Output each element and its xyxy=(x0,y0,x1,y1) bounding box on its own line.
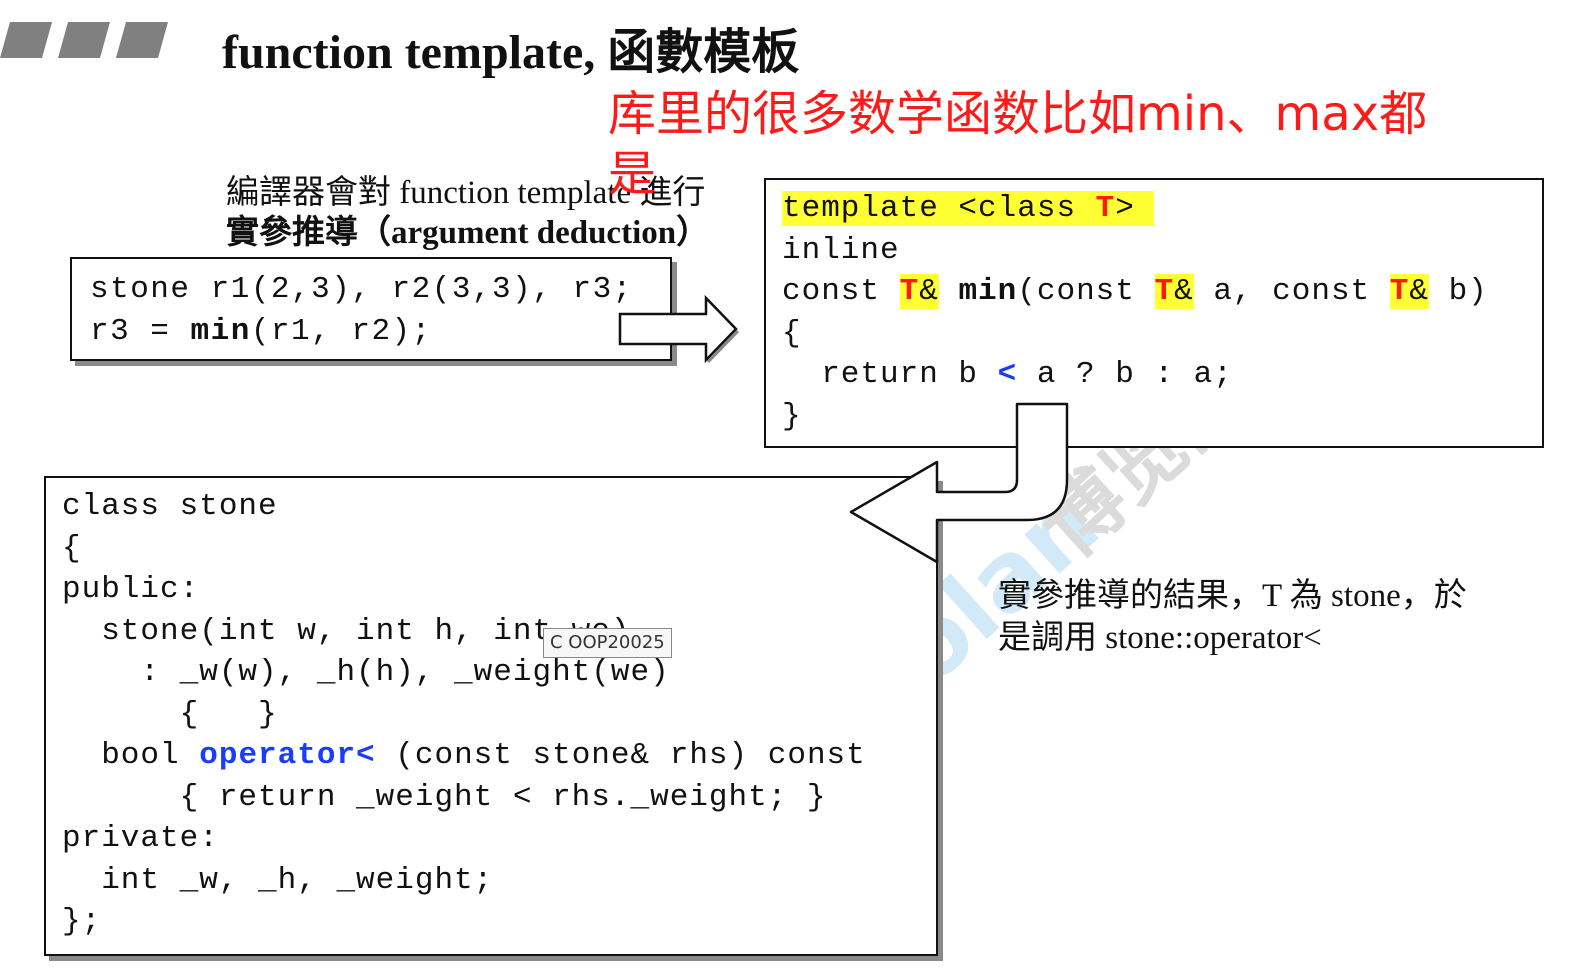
red-annotation-line-2: 是 xyxy=(608,146,657,202)
call-code-line-2-suffix: (r1, r2); xyxy=(250,313,432,349)
deduction-result-description: 實參推導的結果，T 為 stone，於 是調用 stone::operator< xyxy=(998,575,1518,659)
class-code: class stone { public: stone(int w, int h… xyxy=(62,489,866,939)
title-decoration-stripes xyxy=(0,22,168,58)
return-type-T: T& xyxy=(899,274,939,309)
video-tooltip: C OOP20025 xyxy=(543,628,672,658)
call-code-line-2-prefix: r3 = xyxy=(90,313,191,349)
param-b-type-T: T& xyxy=(1389,274,1429,309)
class-code-box: class stone { public: stone(int w, int h… xyxy=(44,476,938,956)
caption-line-2: 實參推導（argument deduction） xyxy=(226,215,710,251)
slide-title: function template, 函數模板 xyxy=(222,26,800,79)
operator-less-than: operator< xyxy=(199,738,376,773)
template-inline: inline xyxy=(782,232,900,268)
description-line-2: 是調用 stone::operator< xyxy=(998,620,1322,656)
right-arrow-icon xyxy=(618,294,740,364)
param-a-type-T: T& xyxy=(1154,274,1194,309)
call-code-min-fn: min xyxy=(190,313,251,349)
red-annotation-line-1: 库里的很多数学函数比如min、max都 xyxy=(608,86,1428,142)
curved-arrow-icon xyxy=(849,402,1069,564)
template-declaration: template <class T> xyxy=(782,191,1155,226)
call-code-box: stone r1(2,3), r2(3,3), r3; r3 = min(r1,… xyxy=(70,257,672,361)
less-than-operator: < xyxy=(997,357,1018,392)
template-min-fn: min xyxy=(958,274,1018,309)
description-line-1: 實參推導的結果，T 為 stone，於 xyxy=(998,578,1467,614)
call-code-line-1: stone r1(2,3), r2(3,3), r3; xyxy=(90,272,633,307)
call-code: stone r1(2,3), r2(3,3), r3; r3 = min(r1,… xyxy=(90,269,633,352)
